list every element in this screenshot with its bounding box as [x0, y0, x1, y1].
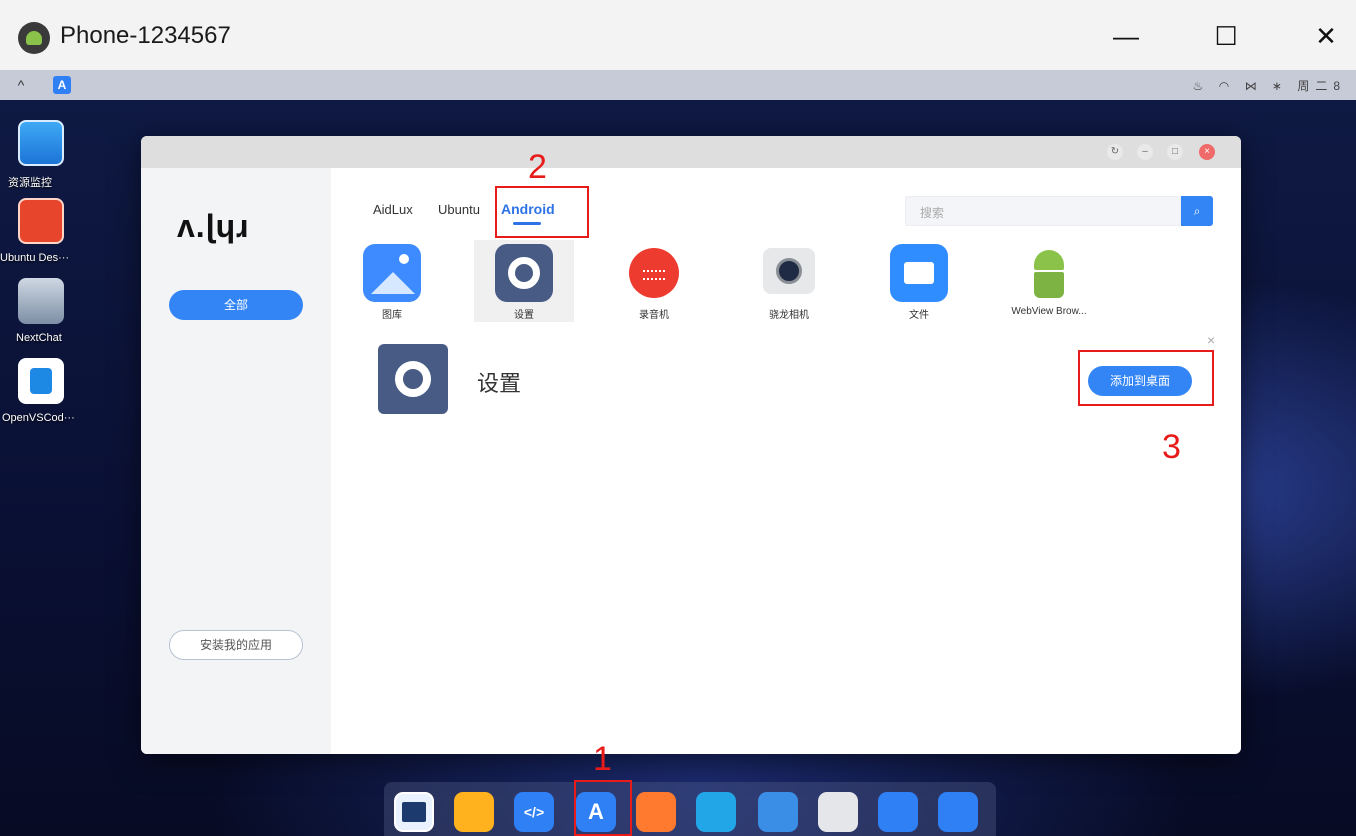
lightbulb-icon[interactable]: [636, 792, 676, 832]
tab-ubuntu[interactable]: Ubuntu: [438, 202, 480, 217]
app-label: 文件: [909, 310, 929, 321]
desktop-top-bar: ^ A ♨ ◠ ⋈ ∗ 周二8: [0, 70, 1356, 100]
dock: </> A: [384, 782, 996, 836]
desktop-icon-label[interactable]: NextChat: [16, 332, 98, 344]
app-tile-settings[interactable]: 设置: [474, 240, 574, 322]
sidebar: ʌ.ɭɥɹ 全部 安装我的应用: [141, 168, 331, 754]
search-icon[interactable]: ⌕: [1181, 196, 1213, 226]
annotation-number-3: 3: [1162, 428, 1181, 466]
folder-icon: [890, 244, 948, 302]
app-tile-gallery[interactable]: 图库: [342, 240, 442, 322]
settings-gear-icon[interactable]: [818, 792, 858, 832]
recorder-icon: [629, 248, 679, 298]
minimize-icon[interactable]: –: [1137, 144, 1153, 160]
annotation-box-step-2: [495, 186, 589, 238]
close-icon[interactable]: ×: [1199, 144, 1215, 160]
tools-icon[interactable]: [758, 792, 798, 832]
app-window-title-bar: ↻ – □ ×: [141, 136, 1241, 168]
monitor-chart-icon[interactable]: [18, 120, 64, 166]
gallery-icon: [363, 244, 421, 302]
nextchat-icon[interactable]: [18, 278, 64, 324]
android-robot-icon: [1020, 244, 1078, 302]
annotation-box-step-1: [574, 780, 632, 836]
app-tile-webview-browser[interactable]: WebView Brow...: [999, 240, 1099, 322]
clock-text: 周二8: [1297, 79, 1346, 93]
settings-gear-icon: [495, 244, 553, 302]
refresh-icon[interactable]: ↻: [1107, 144, 1123, 160]
network-icon[interactable]: ♨: [1193, 79, 1210, 93]
system-tray: ♨ ◠ ⋈ ∗ 周二8: [1193, 77, 1346, 94]
terminal-icon[interactable]: [394, 792, 434, 832]
android-app-icon: [18, 22, 50, 54]
close-button[interactable]: ✕: [1296, 14, 1356, 58]
sound-icon[interactable]: ⋈: [1245, 79, 1263, 93]
desktop-icon-label[interactable]: 资源监控: [8, 174, 90, 190]
window-title-bar: Phone-1234567 — ☐ ✕: [0, 0, 1356, 70]
desktop-icon-label[interactable]: Ubuntu Des···: [0, 252, 82, 264]
annotation-box-step-3: [1078, 350, 1214, 406]
app-store-icon[interactable]: A: [53, 76, 71, 94]
app-label: 图库: [382, 310, 402, 321]
app-label: 设置: [514, 310, 534, 321]
maximize-icon[interactable]: □: [1167, 144, 1183, 160]
app-tile-recorder[interactable]: 录音机: [604, 240, 704, 322]
install-my-apps-button[interactable]: 安装我的应用: [169, 630, 303, 660]
app-label: WebView Brow...: [1011, 306, 1087, 317]
book-icon[interactable]: [938, 792, 978, 832]
chevron-up-icon[interactable]: ^: [12, 76, 30, 94]
app-detail-name: 设置: [477, 371, 522, 396]
notes-icon[interactable]: [454, 792, 494, 832]
minimize-button[interactable]: —: [1096, 14, 1156, 58]
search-input[interactable]: 搜索: [905, 196, 1181, 226]
annotation-number-1: 1: [593, 740, 612, 778]
vscode-icon[interactable]: [18, 358, 64, 404]
tab-aidlux[interactable]: AidLux: [373, 202, 413, 217]
app-label: 录音机: [639, 310, 669, 321]
close-icon[interactable]: ×: [1207, 332, 1215, 348]
file-manager-icon[interactable]: [878, 792, 918, 832]
wifi-icon[interactable]: ◠: [1219, 79, 1235, 93]
app-store-window: ↻ – □ × ʌ.ɭɥɹ 全部 安装我的应用 AidLux Ubuntu An…: [141, 136, 1241, 754]
app-tile-files[interactable]: 文件: [869, 240, 969, 322]
ubuntu-desktop-icon[interactable]: [18, 198, 64, 244]
camera-icon: [763, 248, 815, 294]
cloud-icon[interactable]: [696, 792, 736, 832]
app-tile-camera[interactable]: 骁龙相机: [739, 240, 839, 322]
code-editor-icon[interactable]: </>: [514, 792, 554, 832]
aidlux-logo: ʌ.ɭɥɹ: [177, 208, 250, 244]
app-label: 骁龙相机: [769, 310, 809, 321]
desktop-icon-label[interactable]: OpenVSCod···: [2, 412, 84, 424]
annotation-number-2: 2: [528, 148, 547, 186]
maximize-button[interactable]: ☐: [1196, 14, 1256, 58]
all-apps-button[interactable]: 全部: [169, 290, 303, 320]
settings-gear-icon: [378, 344, 448, 414]
window-title: Phone-1234567: [60, 22, 231, 49]
bluetooth-icon[interactable]: ∗: [1272, 79, 1288, 93]
